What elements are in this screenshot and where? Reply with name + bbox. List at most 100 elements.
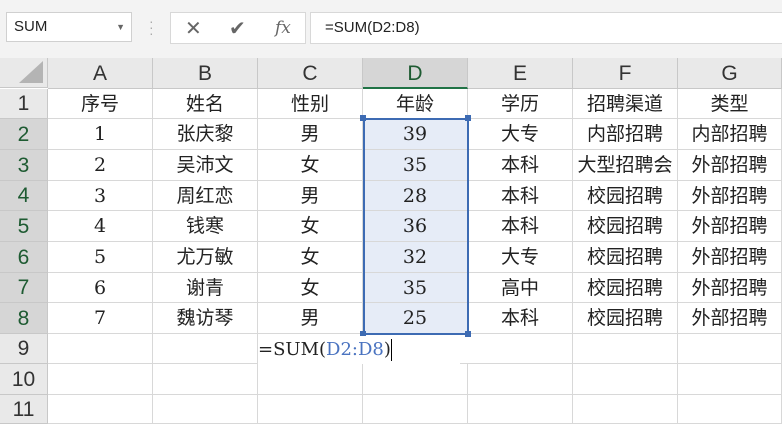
cell-B1[interactable]: 姓名 xyxy=(153,89,258,119)
cancel-icon[interactable]: ✕ xyxy=(185,16,202,41)
row-header-6[interactable]: 6 xyxy=(0,242,48,273)
drag-handle-icon[interactable]: · · · xyxy=(149,14,154,40)
insert-function-icon[interactable]: fx xyxy=(275,18,291,38)
cell-A11[interactable] xyxy=(48,395,153,424)
cell-A8[interactable]: 7 xyxy=(48,303,153,334)
cell-G1[interactable]: 类型 xyxy=(678,89,782,119)
cell-B10[interactable] xyxy=(153,364,258,395)
column-header-G[interactable]: G xyxy=(678,58,782,89)
cell-G8[interactable]: 外部招聘 xyxy=(678,303,782,334)
cell-C11[interactable] xyxy=(258,395,363,424)
cell-B2[interactable]: 张庆黎 xyxy=(153,119,258,150)
cell-E6[interactable]: 大专 xyxy=(468,242,573,273)
cell-B3[interactable]: 吴沛文 xyxy=(153,150,258,181)
cell-F6[interactable]: 校园招聘 xyxy=(573,242,678,273)
row-header-1[interactable]: 1 xyxy=(0,89,48,119)
cell-D8[interactable]: 25 xyxy=(363,303,468,334)
column-header-A[interactable]: A xyxy=(48,58,153,89)
row-header-11[interactable]: 11 xyxy=(0,395,48,424)
select-all-corner[interactable] xyxy=(0,58,48,88)
row-header-5[interactable]: 5 xyxy=(0,211,48,242)
row-header-10[interactable]: 10 xyxy=(0,364,48,395)
cell-G3[interactable]: 外部招聘 xyxy=(678,150,782,181)
cell-D7[interactable]: 35 xyxy=(363,273,468,303)
cell-D5[interactable]: 36 xyxy=(363,211,468,242)
cell-C8[interactable]: 男 xyxy=(258,303,363,334)
cell-A2[interactable]: 1 xyxy=(48,119,153,150)
cell-B9[interactable] xyxy=(153,334,258,364)
cell-C5[interactable]: 女 xyxy=(258,211,363,242)
cell-C2[interactable]: 男 xyxy=(258,119,363,150)
row-header-7[interactable]: 7 xyxy=(0,273,48,303)
column-header-B[interactable]: B xyxy=(153,58,258,89)
cell-E2[interactable]: 大专 xyxy=(468,119,573,150)
cell-B6[interactable]: 尤万敏 xyxy=(153,242,258,273)
cell-G10[interactable] xyxy=(678,364,782,395)
cell-F11[interactable] xyxy=(573,395,678,424)
row-header-4[interactable]: 4 xyxy=(0,181,48,211)
row-header-9[interactable]: 9 xyxy=(0,334,48,364)
cell-A6[interactable]: 5 xyxy=(48,242,153,273)
cell-F10[interactable] xyxy=(573,364,678,395)
cell-C6[interactable]: 女 xyxy=(258,242,363,273)
cell-E3[interactable]: 本科 xyxy=(468,150,573,181)
cell-D6[interactable]: 32 xyxy=(363,242,468,273)
cell-D10[interactable] xyxy=(363,364,468,395)
cell-G6[interactable]: 外部招聘 xyxy=(678,242,782,273)
range-handle[interactable] xyxy=(360,115,366,121)
cell-F5[interactable]: 校园招聘 xyxy=(573,211,678,242)
name-box[interactable]: SUM ▼ xyxy=(6,12,132,42)
cell-D11[interactable] xyxy=(363,395,468,424)
cell-G5[interactable]: 外部招聘 xyxy=(678,211,782,242)
cell-E5[interactable]: 本科 xyxy=(468,211,573,242)
cell-A1[interactable]: 序号 xyxy=(48,89,153,119)
cell-C1[interactable]: 性别 xyxy=(258,89,363,119)
cell-A7[interactable]: 6 xyxy=(48,273,153,303)
row-header-2[interactable]: 2 xyxy=(0,119,48,150)
cell-F7[interactable]: 校园招聘 xyxy=(573,273,678,303)
cell-A9[interactable] xyxy=(48,334,153,364)
formula-input[interactable]: =SUM(D2:D8) xyxy=(310,12,782,44)
cell-F4[interactable]: 校园招聘 xyxy=(573,181,678,211)
cell-D3[interactable]: 35 xyxy=(363,150,468,181)
row-header-8[interactable]: 8 xyxy=(0,303,48,334)
cell-A4[interactable]: 3 xyxy=(48,181,153,211)
column-header-F[interactable]: F xyxy=(573,58,678,89)
cell-E10[interactable] xyxy=(468,364,573,395)
cell-D1[interactable]: 年龄 xyxy=(363,89,468,119)
cell-B7[interactable]: 谢青 xyxy=(153,273,258,303)
cell-E1[interactable]: 学历 xyxy=(468,89,573,119)
cell-G9[interactable] xyxy=(678,334,782,364)
cell-D2[interactable]: 39 xyxy=(363,119,468,150)
cell-F1[interactable]: 招聘渠道 xyxy=(573,89,678,119)
column-header-E[interactable]: E xyxy=(468,58,573,89)
cell-F2[interactable]: 内部招聘 xyxy=(573,119,678,150)
enter-check-icon[interactable]: ✔ xyxy=(229,16,246,41)
column-header-C[interactable]: C xyxy=(258,58,363,89)
cell-B11[interactable] xyxy=(153,395,258,424)
cell-B4[interactable]: 周红恋 xyxy=(153,181,258,211)
cell-C10[interactable] xyxy=(258,364,363,395)
cell-C4[interactable]: 男 xyxy=(258,181,363,211)
cell-c9-editor[interactable]: =SUM(D2:D8) xyxy=(258,336,460,364)
cell-E9[interactable] xyxy=(468,334,573,364)
cell-A5[interactable]: 4 xyxy=(48,211,153,242)
cell-B8[interactable]: 魏访琴 xyxy=(153,303,258,334)
column-header-D[interactable]: D xyxy=(363,58,468,89)
cell-G7[interactable]: 外部招聘 xyxy=(678,273,782,303)
cell-E4[interactable]: 本科 xyxy=(468,181,573,211)
cell-D4[interactable]: 28 xyxy=(363,181,468,211)
cell-E7[interactable]: 高中 xyxy=(468,273,573,303)
cell-C7[interactable]: 女 xyxy=(258,273,363,303)
range-handle[interactable] xyxy=(465,115,471,121)
row-header-3[interactable]: 3 xyxy=(0,150,48,181)
cell-B5[interactable]: 钱寒 xyxy=(153,211,258,242)
cell-A3[interactable]: 2 xyxy=(48,150,153,181)
cell-F8[interactable]: 校园招聘 xyxy=(573,303,678,334)
cell-F9[interactable] xyxy=(573,334,678,364)
cell-G11[interactable] xyxy=(678,395,782,424)
cell-F3[interactable]: 大型招聘会 xyxy=(573,150,678,181)
cell-C3[interactable]: 女 xyxy=(258,150,363,181)
cell-E11[interactable] xyxy=(468,395,573,424)
chevron-down-icon[interactable]: ▼ xyxy=(116,13,125,41)
